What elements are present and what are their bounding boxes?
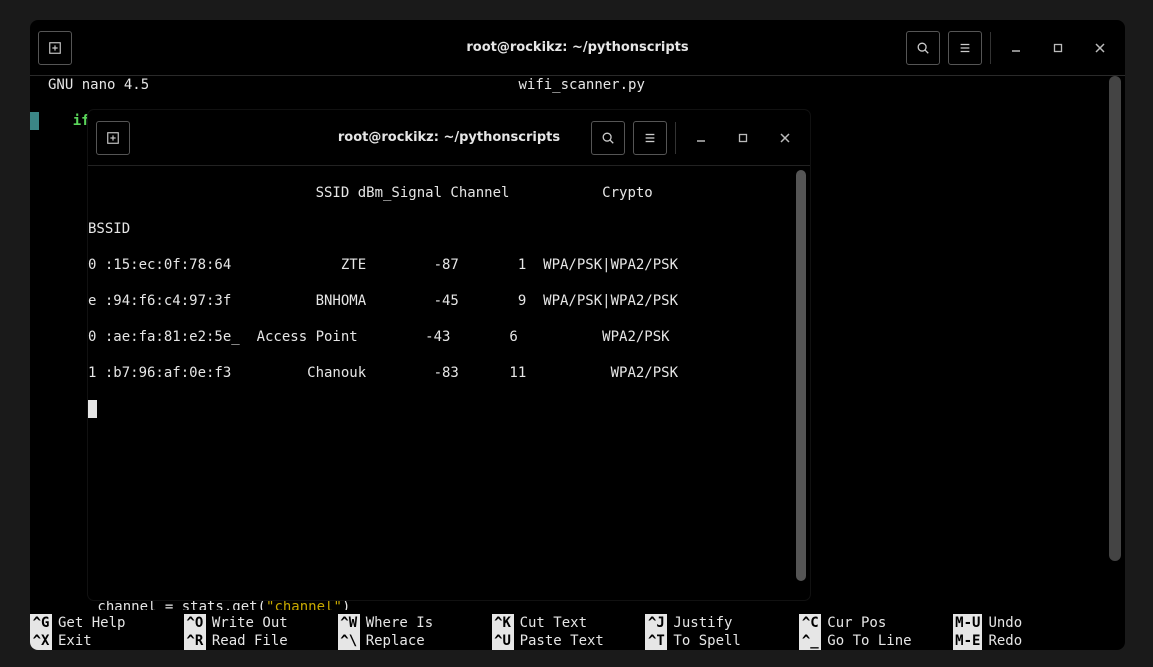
shortcut-key: ^W (338, 614, 360, 632)
nano-shortcut: ^RRead File (184, 632, 338, 650)
inner-minimize-button[interactable] (684, 121, 718, 155)
inner-close-button[interactable] (768, 121, 802, 155)
inner-new-tab-button[interactable] (96, 121, 130, 155)
nano-filename: wifi_scanner.py (518, 76, 644, 94)
inner-titlebar: root@rockikz: ~/pythonscripts (88, 110, 810, 166)
shortcut-key: M-E (953, 632, 982, 650)
shortcut-label: Write Out (206, 614, 288, 632)
shortcut-key: ^_ (799, 632, 821, 650)
inner-maximize-button[interactable] (726, 121, 760, 155)
shortcut-label: Cut Text (514, 614, 587, 632)
inner-terminal-body[interactable]: SSID dBm_Signal Channel Crypto BSSID 0 :… (88, 166, 810, 600)
nano-shortcut: ^TTo Spell (645, 632, 799, 650)
nano-shortcut: ^_Go To Line (799, 632, 953, 650)
table-row: 0 :15:ec:0f:78:64 ZTE -87 1 WPA/PSK|WPA2… (88, 256, 810, 274)
new-tab-button[interactable] (38, 31, 72, 65)
shortcut-label: Read File (206, 632, 288, 650)
nano-header: GNU nano 4.5 wifi_scanner.py (30, 76, 1125, 94)
inner-cursor (88, 400, 97, 418)
table-row: e :94:f6:c4:97:3f BNHOMA -45 9 WPA/PSK|W… (88, 292, 810, 310)
maximize-button[interactable] (1041, 31, 1075, 65)
shortcut-label: Paste Text (514, 632, 604, 650)
inner-scrollbar[interactable] (796, 170, 806, 594)
divider (990, 32, 991, 64)
shortcut-label: Justify (667, 614, 732, 632)
nano-shortcut: M-UUndo (953, 614, 1107, 632)
outer-titlebar: root@rockikz: ~/pythonscripts (30, 20, 1125, 76)
minimize-button[interactable] (999, 31, 1033, 65)
nano-app-name: GNU nano 4.5 (48, 76, 149, 94)
editor-cursor (30, 112, 39, 130)
shortcut-key: ^O (184, 614, 206, 632)
shortcut-key: ^R (184, 632, 206, 650)
shortcut-key: ^C (799, 614, 821, 632)
nano-shortcut: M-ERedo (953, 632, 1107, 650)
terminal-window-inner: root@rockikz: ~/pythonscripts SSID (88, 110, 810, 600)
search-button[interactable] (906, 31, 940, 65)
nano-shortcut: ^GGet Help (30, 614, 184, 632)
nano-shortcut: ^UPaste Text (492, 632, 646, 650)
shortcut-key: ^X (30, 632, 52, 650)
nano-shortcut: ^OWrite Out (184, 614, 338, 632)
shortcut-label: Get Help (52, 614, 125, 632)
shortcut-key: ^\ (338, 632, 360, 650)
nano-shortcut: ^JJustify (645, 614, 799, 632)
shortcut-label: Replace (360, 632, 425, 650)
shortcut-key: ^J (645, 614, 667, 632)
close-button[interactable] (1083, 31, 1117, 65)
inner-search-button[interactable] (591, 121, 625, 155)
menu-button[interactable] (948, 31, 982, 65)
table-row: 0 :ae:fa:81:e2:5e_ Access Point -43 6 WP… (88, 328, 810, 346)
outer-scroll-thumb[interactable] (1109, 76, 1121, 561)
inner-menu-button[interactable] (633, 121, 667, 155)
nano-shortcut-bar: ^GGet Help^OWrite Out^WWhere Is^KCut Tex… (30, 614, 1107, 650)
shortcut-label: To Spell (667, 632, 740, 650)
shortcut-label: Exit (52, 632, 92, 650)
shortcut-label: Where Is (360, 614, 433, 632)
table-index-label: BSSID (88, 220, 810, 238)
shortcut-key: ^K (492, 614, 514, 632)
nano-shortcut: ^\Replace (338, 632, 492, 650)
shortcut-label: Redo (982, 632, 1022, 650)
shortcut-key: ^T (645, 632, 667, 650)
nano-shortcut: ^CCur Pos (799, 614, 953, 632)
divider (675, 122, 676, 154)
shortcut-label: Go To Line (821, 632, 911, 650)
nano-shortcut: ^WWhere Is (338, 614, 492, 632)
shortcut-key: ^G (30, 614, 52, 632)
table-header: SSID dBm_Signal Channel Crypto (88, 184, 810, 202)
shortcut-label: Undo (982, 614, 1022, 632)
shortcut-label: Cur Pos (821, 614, 886, 632)
shortcut-key: ^U (492, 632, 514, 650)
nano-shortcut: ^KCut Text (492, 614, 646, 632)
outer-scrollbar[interactable] (1109, 76, 1121, 646)
inner-scroll-thumb[interactable] (796, 170, 806, 581)
nano-shortcut: ^XExit (30, 632, 184, 650)
shortcut-key: M-U (953, 614, 982, 632)
table-row: 1 :b7:96:af:0e:f3 Chanouk -83 11 WPA2/PS… (88, 364, 810, 382)
